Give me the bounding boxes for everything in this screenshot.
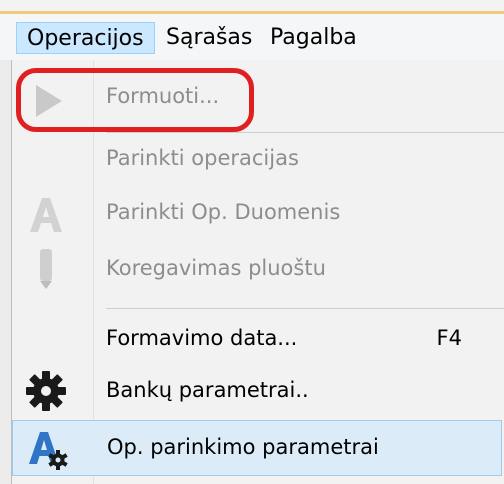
menu-item-label: Op. parinkimo parametrai — [107, 435, 379, 459]
gear-icon — [26, 371, 66, 411]
menu-separator — [106, 132, 504, 133]
menu-item-formavimo-data[interactable]: Formavimo data... F4 — [12, 314, 502, 364]
menu-item-parinkti-operacijas[interactable]: Parinkti operacijas — [12, 136, 502, 184]
menu-item-label: Bankų parametrai.. — [106, 378, 309, 402]
letter-a-gear-icon — [29, 432, 68, 470]
letter-a-icon — [30, 198, 62, 232]
red-highlight-callout — [16, 68, 254, 132]
menu-item-label: Formavimo data... — [106, 326, 298, 350]
menu-item-parinkti-op-duomenis[interactable]: Parinkti Op. Duomenis — [12, 188, 502, 240]
menubar-item-operacijos[interactable]: Operacijos — [16, 22, 155, 54]
menu-item-koregavimas-pluostu[interactable]: Koregavimas pluoštu — [12, 242, 502, 296]
menu-item-label: Parinkti operacijas — [106, 146, 299, 170]
menubar-item-pagalba[interactable]: Pagalba — [264, 22, 363, 54]
menu-item-label: Koregavimas pluoštu — [106, 256, 326, 280]
menu-item-op-parinkimo-parametrai[interactable]: Op. parinkimo parametrai — [12, 420, 502, 476]
menu-separator — [106, 308, 504, 309]
pencil-icon — [40, 249, 52, 289]
menubar: Operacijos Sąrašas Pagalba — [0, 14, 504, 61]
menu-item-label: Parinkti Op. Duomenis — [106, 200, 341, 224]
menubar-item-sarasas[interactable]: Sąrašas — [160, 22, 258, 54]
menu-item-shortcut: F4 — [436, 326, 462, 350]
menu-item-banku-parametrai[interactable]: Bankų parametrai.. — [12, 366, 502, 416]
